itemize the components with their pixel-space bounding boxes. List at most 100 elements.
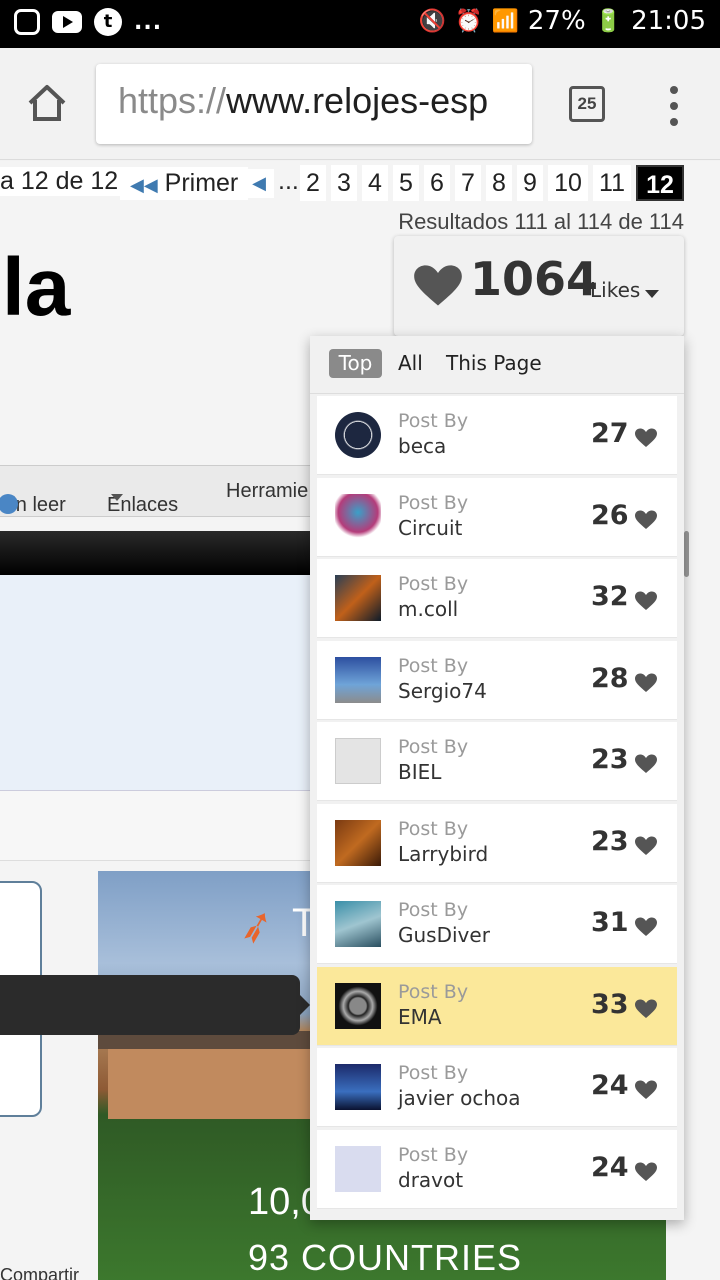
likes-total: 1064 <box>470 252 599 306</box>
avatar[interactable] <box>335 656 381 703</box>
like-count: 27 <box>591 418 629 449</box>
username-link[interactable]: EMA <box>398 1005 442 1029</box>
username-link[interactable]: m.coll <box>398 597 458 621</box>
tab-top[interactable]: Top <box>329 349 382 378</box>
likes-row[interactable]: Post By javier ochoa 24 <box>317 1048 677 1127</box>
username-link[interactable]: dravot <box>398 1168 463 1192</box>
username-link[interactable]: javier ochoa <box>398 1086 521 1110</box>
overflow-menu-icon[interactable] <box>664 86 684 126</box>
post-by-label: Post By <box>398 573 469 595</box>
pagination: a 12 de 12 ◀◀ Primer ◀ ... 2 3 4 5 6 7 8… <box>0 163 690 203</box>
first-page-label: Primer <box>164 169 239 197</box>
post-by-label: Post By <box>398 899 469 921</box>
page-link[interactable]: 10 <box>548 165 588 201</box>
heart-icon <box>635 673 657 692</box>
likes-row[interactable]: Post By m.coll 32 <box>317 559 677 638</box>
avatar[interactable] <box>335 1145 381 1192</box>
likes-row[interactable]: Post By BIEL 23 <box>317 722 677 801</box>
likes-row[interactable]: Post By GusDiver 31 <box>317 885 677 964</box>
heart-icon <box>635 836 657 855</box>
caret-down-icon <box>111 494 123 501</box>
clock: 21:05 <box>631 6 706 36</box>
caret-down-icon <box>645 290 659 298</box>
more-notifications: ... <box>134 9 163 35</box>
prev-page-icon[interactable]: ◀ <box>244 169 274 198</box>
browser-toolbar: https://www.relojes-esp 25 <box>0 48 720 160</box>
like-count: 23 <box>591 825 629 857</box>
content-divider <box>0 791 320 861</box>
page-title: la <box>2 242 71 333</box>
share-link[interactable]: Compartir <box>0 1265 79 1280</box>
avatar[interactable] <box>335 819 381 866</box>
like-count: 23 <box>591 744 629 775</box>
tooltip <box>0 975 310 1035</box>
wifi-icon: 📶 <box>491 8 519 34</box>
avatar[interactable] <box>335 738 381 784</box>
page-link[interactable]: 8 <box>486 165 512 201</box>
post-by-label: Post By <box>398 980 469 1003</box>
heart-icon <box>635 1080 657 1099</box>
youtube-icon <box>52 11 82 33</box>
avatar[interactable] <box>335 412 381 458</box>
tab-all[interactable]: All <box>398 351 423 375</box>
ad-logo-icon: ➶ <box>232 897 281 956</box>
like-count: 33 <box>591 988 629 1020</box>
likes-dropdown: Top All This Page Post By beca 27 Post By Ci… <box>310 336 684 1220</box>
page-link[interactable]: 3 <box>331 165 357 201</box>
header-bar <box>0 531 320 575</box>
page-link[interactable]: 11 <box>593 165 631 201</box>
heart-icon <box>635 754 657 773</box>
heart-icon <box>635 510 657 529</box>
current-page: 12 <box>636 165 684 201</box>
scrollbar-thumb[interactable] <box>684 531 689 577</box>
heart-icon <box>414 265 462 306</box>
username-link[interactable]: Larrybird <box>398 842 488 866</box>
heart-icon <box>635 999 657 1018</box>
home-icon[interactable] <box>26 82 68 124</box>
page-link[interactable]: 2 <box>300 165 326 201</box>
heart-icon <box>635 428 657 447</box>
likes-row[interactable]: Post By Circuit 26 <box>317 477 677 557</box>
avatar[interactable] <box>335 493 381 540</box>
avatar[interactable] <box>335 982 381 1029</box>
page-link[interactable]: 7 <box>455 165 481 201</box>
username-link[interactable]: GusDiver <box>398 923 490 947</box>
likes-row[interactable]: Post By Sergio74 28 <box>317 640 677 720</box>
url-host: www.relojes-esp <box>226 80 489 121</box>
username-link[interactable]: Sergio74 <box>398 679 487 703</box>
ad-house <box>108 1049 318 1119</box>
heart-icon <box>635 591 657 610</box>
heart-icon <box>635 1162 657 1181</box>
username-link[interactable]: beca <box>398 434 446 458</box>
post-by-label: Post By <box>398 491 469 514</box>
avatar[interactable] <box>335 575 381 621</box>
username-link[interactable]: Circuit <box>398 516 462 540</box>
instagram-icon <box>14 9 40 35</box>
likes-row[interactable]: Post By beca 27 <box>317 396 677 475</box>
post-by-label: Post By <box>398 1062 469 1084</box>
page-link[interactable]: 6 <box>424 165 450 201</box>
nav-tools[interactable]: Herramie <box>226 480 308 503</box>
likes-row[interactable]: Post By dravot 24 <box>317 1129 677 1209</box>
tab-this-page[interactable]: This Page <box>446 351 542 375</box>
content-panel <box>0 575 320 791</box>
avatar[interactable] <box>335 901 381 947</box>
address-bar[interactable]: https://www.relojes-esp <box>96 64 532 144</box>
avatar[interactable] <box>335 1064 381 1110</box>
likes-row[interactable]: Post By Larrybird 23 <box>317 803 677 883</box>
likes-toggle[interactable]: 1064 Likes <box>394 236 684 336</box>
page-link[interactable]: 4 <box>362 165 388 201</box>
likes-label: Likes <box>590 278 641 302</box>
alarm-icon: ⏰ <box>455 8 483 34</box>
post-by-label: Post By <box>398 410 469 432</box>
post-by-label: Post By <box>398 654 469 677</box>
likes-row[interactable]: Post By EMA 33 <box>317 966 677 1046</box>
tab-switcher-button[interactable]: 25 <box>569 86 605 122</box>
username-link[interactable]: BIEL <box>398 760 441 784</box>
post-by-label: Post By <box>398 817 469 840</box>
first-page-link[interactable]: ◀◀ Primer <box>120 167 249 200</box>
page-link[interactable]: 9 <box>517 165 543 201</box>
battery-percent: 27% <box>527 6 586 36</box>
tumblr-icon: t <box>94 8 122 36</box>
page-link[interactable]: 5 <box>393 165 419 201</box>
